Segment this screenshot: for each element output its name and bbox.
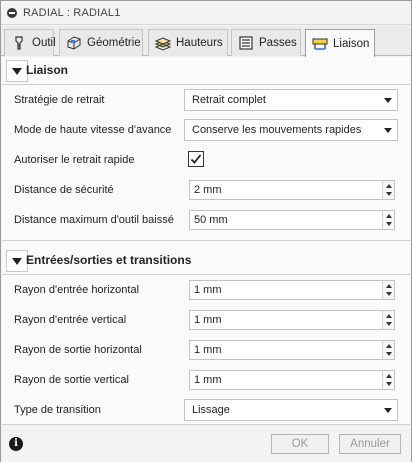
chevron-down-icon (384, 408, 392, 413)
passes-icon (238, 35, 254, 51)
spinner-buttons[interactable] (382, 341, 394, 359)
spin-down-icon[interactable] (386, 292, 392, 296)
section-title: Liaison (26, 63, 69, 77)
select-value: Retrait complet (192, 94, 266, 106)
settings-panel: Liaison Stratégie de retrait Retrait com… (2, 57, 410, 425)
input-value: 1 mm (194, 284, 222, 296)
rapid-retract-checkbox[interactable] (188, 151, 204, 167)
retract-strategy-label: Stratégie de retrait (14, 94, 105, 106)
collapse-icon[interactable] (7, 8, 17, 18)
tab-hauteurs[interactable]: Hauteurs (148, 29, 228, 56)
collapse-toggle-icon[interactable] (6, 60, 28, 82)
exit-horizontal-label: Rayon de sortie horizontal (14, 344, 142, 356)
section-title: Entrées/sorties et transitions (26, 253, 192, 267)
max-stay-down-label: Distance maximum d'outil baissé (14, 214, 174, 226)
section-liaison-header[interactable]: Liaison (2, 57, 410, 83)
geometry-icon (66, 35, 82, 51)
rapid-retract-label: Autoriser le retrait rapide (14, 154, 135, 166)
exit-horizontal-input[interactable]: 1 mm (189, 340, 395, 360)
tool-icon (11, 35, 27, 51)
spin-up-icon[interactable] (386, 374, 392, 378)
section-divider (2, 274, 410, 275)
select-value: Lissage (192, 404, 230, 416)
tab-geometrie[interactable]: Géométrie (59, 29, 143, 56)
retract-strategy-select[interactable]: Retrait complet (184, 89, 398, 111)
spin-down-icon[interactable] (386, 352, 392, 356)
spin-down-icon[interactable] (386, 382, 392, 386)
section-divider (2, 84, 410, 85)
spin-up-icon[interactable] (386, 284, 392, 288)
safe-distance-input[interactable]: 2 mm (189, 180, 395, 200)
transition-type-select[interactable]: Lissage (184, 399, 398, 421)
tab-outil[interactable]: Outil (4, 29, 56, 56)
input-value: 1 mm (194, 314, 222, 326)
chevron-down-icon (384, 128, 392, 133)
linking-icon (312, 36, 328, 52)
spinner-buttons[interactable] (382, 211, 394, 229)
input-value: 50 mm (194, 214, 228, 226)
tab-label: Géométrie (87, 37, 141, 49)
high-feed-mode-label: Mode de haute vitesse d'avance (14, 124, 172, 136)
collapse-toggle-icon[interactable] (6, 250, 28, 272)
window-title: RADIAL : RADIAL1 (23, 7, 121, 19)
transition-type-label: Type de transition (14, 404, 101, 416)
tab-label: Liaison (333, 37, 370, 50)
entry-vertical-label: Rayon d'entrée vertical (14, 314, 127, 326)
input-value: 2 mm (194, 184, 222, 196)
section-leads-header[interactable]: Entrées/sorties et transitions (2, 247, 410, 273)
tab-label: Passes (259, 37, 297, 49)
ok-button[interactable]: OK (271, 434, 329, 454)
safe-distance-label: Distance de sécurité (14, 184, 114, 196)
dialog-window: RADIAL : RADIAL1 Outil Géométrie Hauteur… (0, 0, 412, 462)
tab-liaison[interactable]: Liaison (305, 29, 375, 57)
chevron-down-icon (384, 98, 392, 103)
dialog-footer: i OK Annuler (1, 426, 411, 462)
max-stay-down-input[interactable]: 50 mm (189, 210, 395, 230)
spinner-buttons[interactable] (382, 311, 394, 329)
spinner-buttons[interactable] (382, 371, 394, 389)
tab-bar: Outil Géométrie Hauteurs Passes Liaison (1, 26, 411, 57)
spin-up-icon[interactable] (386, 184, 392, 188)
exit-vertical-input[interactable]: 1 mm (189, 370, 395, 390)
spin-down-icon[interactable] (386, 322, 392, 326)
spinner-buttons[interactable] (382, 281, 394, 299)
tab-passes[interactable]: Passes (231, 29, 301, 56)
spin-up-icon[interactable] (386, 214, 392, 218)
info-icon[interactable]: i (9, 437, 23, 451)
checkmark-icon (190, 154, 202, 164)
input-value: 1 mm (194, 374, 222, 386)
spin-up-icon[interactable] (386, 344, 392, 348)
spin-up-icon[interactable] (386, 314, 392, 318)
exit-vertical-label: Rayon de sortie vertical (14, 374, 129, 386)
entry-horizontal-label: Rayon d'entrée horizontal (14, 284, 140, 296)
spinner-buttons[interactable] (382, 181, 394, 199)
tab-label: Outil (32, 37, 56, 49)
cancel-button[interactable]: Annuler (339, 434, 401, 454)
select-value: Conserve les mouvements rapides (192, 124, 362, 136)
heights-icon (154, 35, 172, 51)
entry-vertical-input[interactable]: 1 mm (189, 310, 395, 330)
spin-down-icon[interactable] (386, 192, 392, 196)
input-value: 1 mm (194, 344, 222, 356)
entry-horizontal-input[interactable]: 1 mm (189, 280, 395, 300)
high-feed-mode-select[interactable]: Conserve les mouvements rapides (184, 119, 398, 141)
title-bar[interactable]: RADIAL : RADIAL1 (1, 1, 411, 25)
section-divider (2, 240, 410, 241)
spin-down-icon[interactable] (386, 222, 392, 226)
tab-label: Hauteurs (176, 37, 223, 49)
